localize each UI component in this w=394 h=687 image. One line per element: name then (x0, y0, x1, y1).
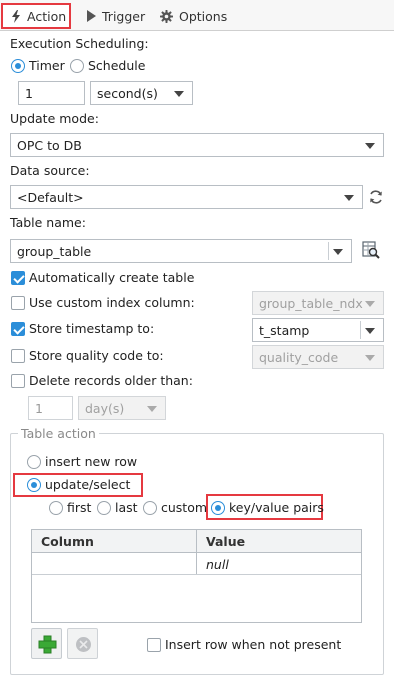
delete-unit-select: day(s) (78, 396, 166, 420)
insert-new-row-label: insert new row (45, 454, 138, 469)
custom-label: custom (161, 500, 208, 515)
data-source-label: Data source: (10, 163, 90, 178)
delete-older-input: 1 (28, 396, 73, 420)
chevron-down-icon (344, 195, 354, 201)
tab-options[interactable]: Options (152, 3, 235, 29)
timestamp-combo[interactable]: t_stamp (252, 318, 384, 342)
chevron-down-icon (365, 355, 375, 361)
timestamp-value: t_stamp (259, 322, 310, 338)
table-action-legend: Table action (18, 426, 99, 441)
update-mode-select[interactable]: OPC to DB (10, 133, 384, 157)
first-radio[interactable] (49, 501, 63, 515)
update-select-label: update/select (45, 477, 131, 492)
tab-trigger[interactable]: Trigger (78, 3, 153, 29)
plus-icon (38, 635, 57, 654)
chevron-down-icon (174, 91, 184, 97)
custom-index-value: group_table_ndx (259, 295, 363, 311)
update-select-radio[interactable] (27, 478, 41, 492)
custom-index-label: Use custom index column: (29, 295, 195, 310)
last-label: last (115, 500, 138, 515)
update-mode-label: Update mode: (10, 111, 99, 126)
chevron-down-icon (365, 301, 375, 307)
timer-radio[interactable] (11, 59, 25, 73)
data-source-value: <Default> (17, 189, 84, 205)
timer-label: Timer (29, 58, 65, 73)
column-header-column[interactable]: Column (41, 534, 94, 549)
interval-unit-value: second(s) (97, 85, 158, 101)
quality-value: quality_code (259, 349, 339, 365)
last-radio[interactable] (97, 501, 111, 515)
auto-create-label: Automatically create table (29, 270, 195, 285)
add-row-button[interactable] (31, 628, 62, 659)
refresh-icon[interactable] (368, 189, 384, 205)
store-quality-checkbox[interactable] (11, 349, 25, 363)
auto-create-checkbox[interactable] (11, 271, 25, 285)
delete-unit-value: day(s) (85, 400, 125, 416)
insert-when-not-present-label: Insert row when not present (165, 637, 342, 652)
chevron-down-icon (147, 406, 157, 412)
chevron-down-icon (333, 249, 343, 255)
gear-icon (160, 9, 173, 23)
quality-select: quality_code (252, 345, 384, 369)
schedule-radio[interactable] (70, 59, 84, 73)
tab-trigger-label: Trigger (102, 8, 146, 24)
table-search-icon[interactable] (362, 240, 380, 260)
tab-action[interactable]: Action (1, 3, 71, 29)
scheduling-label: Execution Scheduling: (10, 36, 149, 51)
custom-radio[interactable] (143, 501, 157, 515)
column-header-value[interactable]: Value (206, 534, 245, 549)
custom-index-checkbox[interactable] (11, 296, 25, 310)
interval-unit-select[interactable]: second(s) (90, 81, 193, 105)
combo-divider (328, 242, 329, 260)
table-row-value-cell[interactable]: null (206, 557, 229, 572)
lightning-icon (11, 9, 21, 23)
combo-divider (360, 321, 361, 339)
tab-options-label: Options (179, 8, 228, 24)
remove-row-button (67, 628, 98, 659)
key-value-label: key/value pairs (229, 500, 324, 515)
column-divider (196, 530, 197, 574)
interval-input[interactable]: 1 (18, 81, 85, 105)
key-value-radio[interactable] (211, 501, 225, 515)
custom-index-select: group_table_ndx (252, 291, 384, 315)
table-name-label: Table name: (10, 215, 86, 230)
play-icon (86, 10, 96, 22)
chevron-down-icon (365, 143, 375, 149)
store-timestamp-label: Store timestamp to: (29, 321, 155, 336)
store-quality-label: Store quality code to: (29, 348, 164, 363)
row-divider (32, 574, 361, 575)
chevron-down-icon (365, 328, 375, 334)
data-source-select[interactable]: <Default> (10, 185, 363, 209)
first-label: first (67, 500, 92, 515)
insert-new-row-radio[interactable] (27, 455, 41, 469)
remove-icon (76, 637, 91, 652)
delete-older-label: Delete records older than: (29, 373, 193, 388)
delete-older-checkbox[interactable] (11, 374, 25, 388)
table-name-combo[interactable]: group_table (10, 239, 352, 263)
tab-action-label: Action (27, 8, 67, 24)
insert-when-not-present-checkbox[interactable] (147, 638, 161, 652)
table-name-value: group_table (17, 243, 92, 259)
schedule-label: Schedule (88, 58, 146, 73)
store-timestamp-checkbox[interactable] (11, 322, 25, 336)
update-mode-value: OPC to DB (17, 137, 82, 153)
